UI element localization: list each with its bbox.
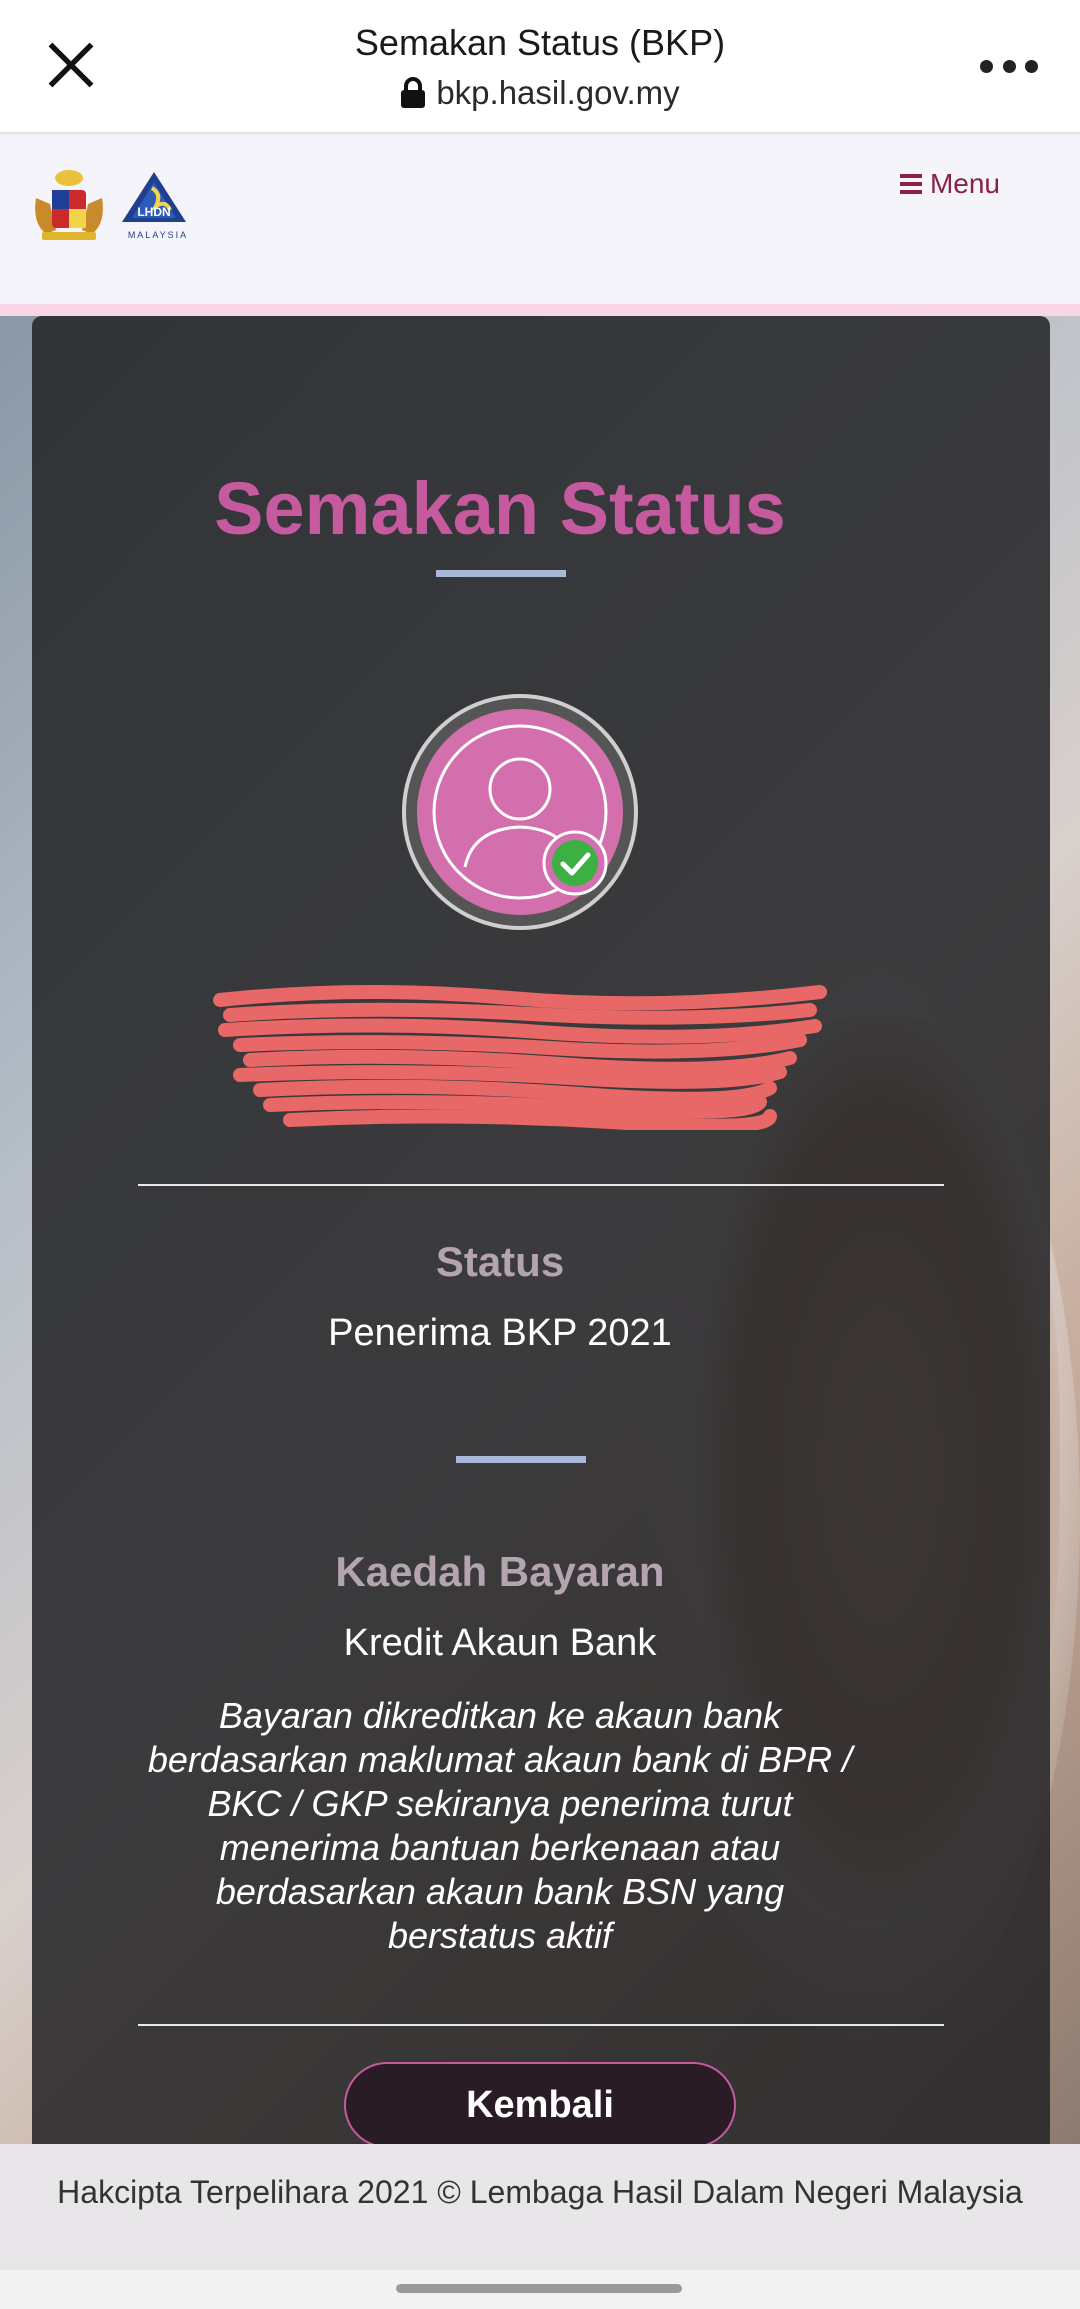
footer-copyright: Hakcipta Terpelihara 2021 © Lembaga Hasi… [57,2174,1023,2210]
section-divider [138,2024,944,2026]
lhdn-logo[interactable]: LHDN MALAYSIA [118,170,200,242]
browser-toolbar: Semakan Status (BKP) bkp.hasil.gov.my [0,0,1080,134]
title-divider [436,570,566,577]
payment-method-note: Bayaran dikreditkan ke akaun bank berdas… [147,1695,853,1956]
svg-text:LHDN: LHDN [137,205,170,219]
malaysia-crest-logo[interactable] [28,168,110,242]
site-header-accent-bar [0,304,1080,316]
lock-icon [400,77,426,109]
back-button[interactable]: Kembali [344,2062,736,2148]
home-indicator[interactable] [396,2284,682,2293]
more-options-button[interactable] [974,44,1044,88]
redaction-scribble [210,980,830,1133]
menu-button[interactable]: Menu [899,168,1000,200]
status-value: Penerima BKP 2021 [328,1312,672,1354]
browser-url[interactable]: bkp.hasil.gov.my [0,74,1080,112]
payment-method-label: Kaedah Bayaran [335,1548,665,1595]
section-divider [138,1184,944,1186]
browser-url-text: bkp.hasil.gov.my [436,74,680,111]
hamburger-menu-icon [899,174,922,194]
check-circle-icon [542,830,608,896]
status-label: Status [435,1238,565,1285]
menu-label: Menu [929,168,1000,199]
payment-method-value: Kredit Akaun Bank [343,1622,657,1664]
more-icon-dot [1025,59,1038,73]
svg-text:MALAYSIA: MALAYSIA [128,230,188,240]
more-icon-dot [980,59,993,73]
mid-divider [456,1456,586,1463]
browser-page-title: Semakan Status (BKP) [354,22,726,63]
page-title: Semakan Status [214,467,786,550]
more-icon-dot [1002,59,1016,73]
